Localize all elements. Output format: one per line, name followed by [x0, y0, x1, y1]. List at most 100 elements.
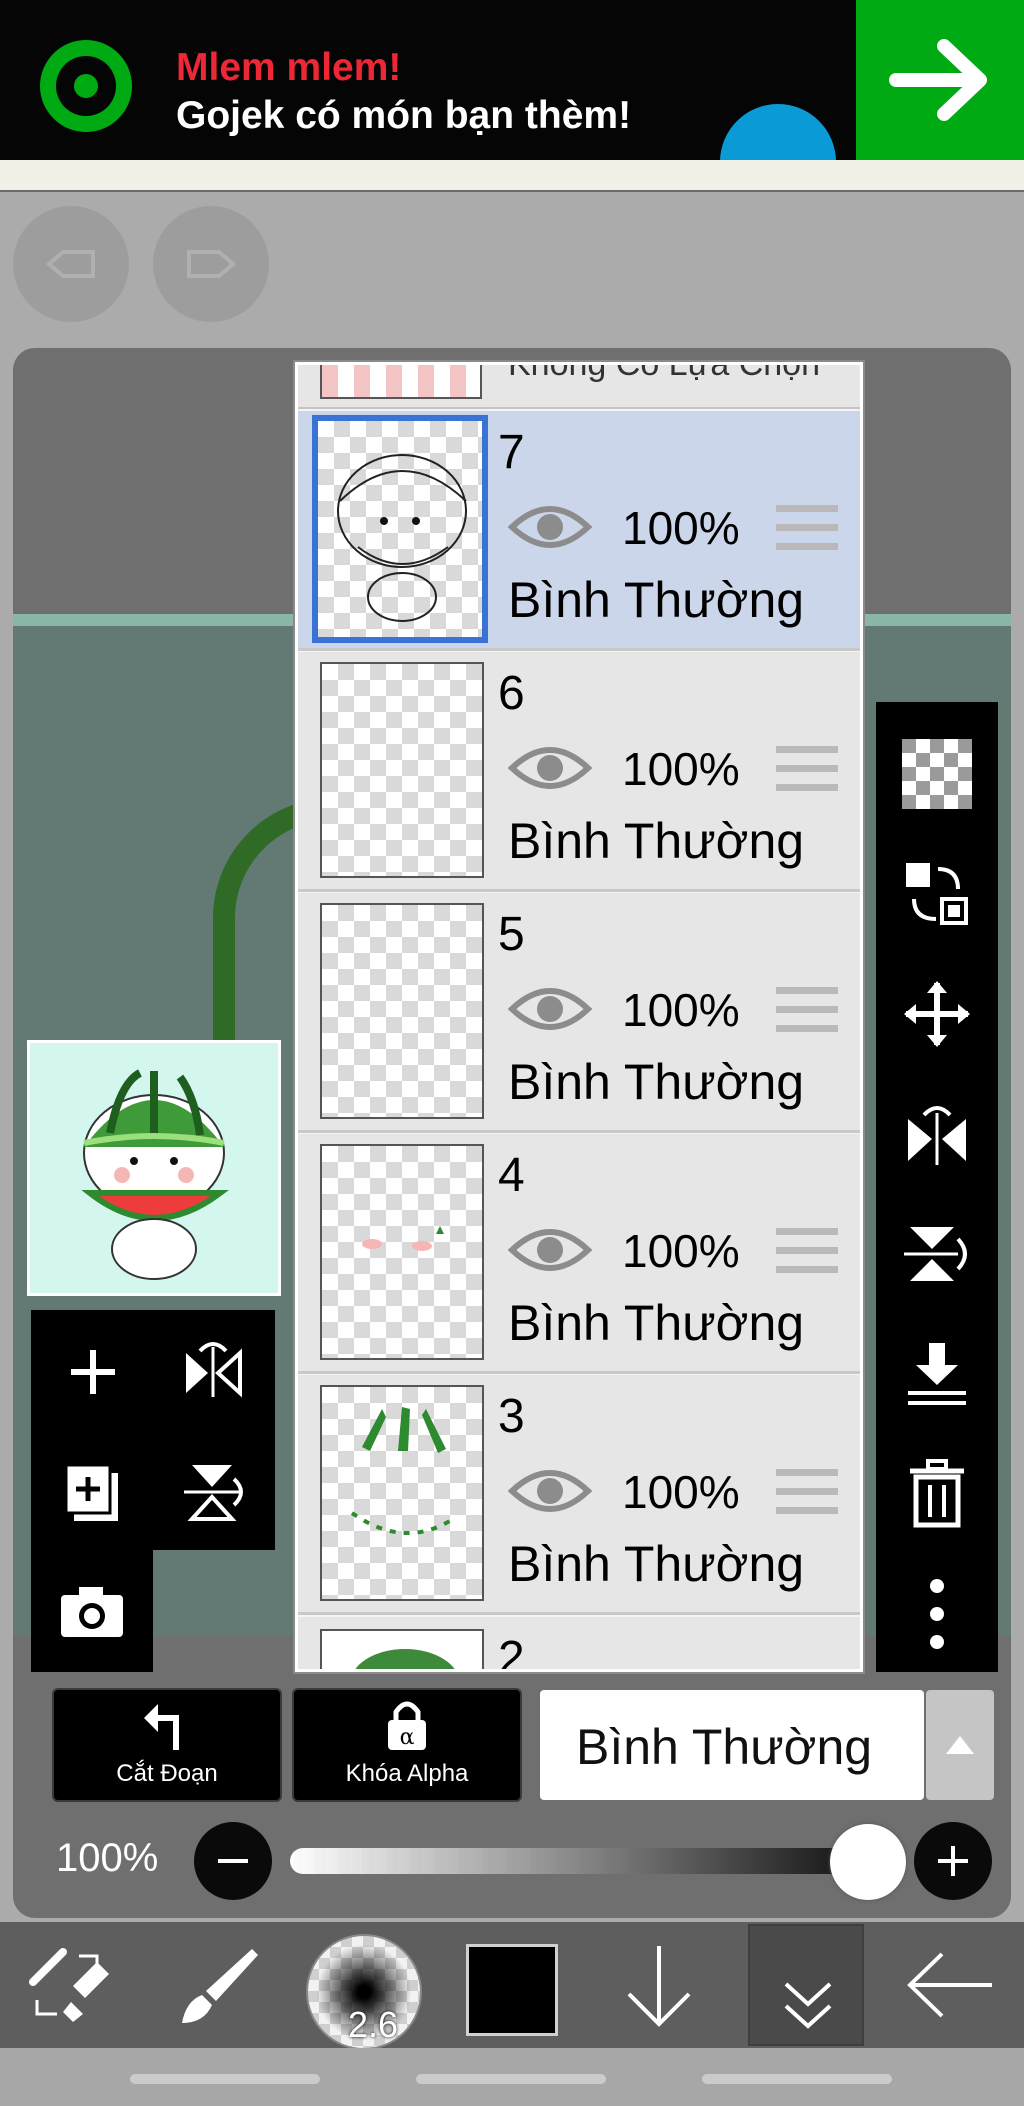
arrow-right-icon [889, 39, 987, 121]
stripes-thumbnail [350, 1407, 458, 1536]
arrow-down-icon [627, 1946, 691, 2027]
svg-text:α: α [400, 1725, 415, 1750]
layer-row-5[interactable]: 5 100% Bình Thường [298, 893, 860, 1133]
blend-mode-dropdown-button[interactable] [926, 1690, 994, 1800]
transparent-fill-button[interactable] [887, 724, 987, 824]
opacity-increase-button[interactable] [914, 1822, 992, 1900]
clipping-button[interactable]: Cắt Đoạn [52, 1688, 282, 1802]
nav-back[interactable] [702, 2074, 892, 2084]
blush-thumbnail [362, 1226, 444, 1251]
layer-row-3[interactable]: 3 100% Bình Thường [298, 1375, 860, 1615]
layer-opacity: 100% [622, 984, 740, 1036]
layer-visibility-toggle[interactable] [507, 979, 593, 1039]
flip-vertical-button[interactable] [887, 1204, 987, 1304]
move-layer-button[interactable] [887, 964, 987, 1064]
layer-list[interactable]: Không Có Lựa Chọn 7 100% Bình Thường 6 1… [295, 362, 863, 1672]
brush-tool-button[interactable] [168, 1922, 268, 2048]
flip-horizontal-button[interactable] [887, 1084, 987, 1184]
redo-button[interactable] [153, 206, 269, 322]
color-swatch-button[interactable] [466, 1944, 558, 2036]
layer-opacity: 100% [622, 502, 740, 554]
arrow-left-icon [907, 1952, 992, 2018]
move-down-button[interactable] [604, 1922, 714, 2048]
layer-drag-handle[interactable] [776, 1228, 838, 1280]
plus-icon [71, 1350, 115, 1394]
flip-layer-vertical-button[interactable] [163, 1442, 263, 1542]
duplicate-layer-button[interactable] [43, 1442, 143, 1542]
layer-drag-handle[interactable] [776, 505, 838, 557]
layer-number: 6 [498, 667, 525, 720]
trash-icon [910, 1459, 964, 1528]
layer-row-7[interactable]: 7 100% Bình Thường [298, 411, 860, 651]
eye-icon [507, 506, 593, 548]
blend-mode-select[interactable]: Bình Thường [540, 1690, 924, 1800]
layer-row-partial-top[interactable]: Không Có Lựa Chọn [298, 365, 860, 409]
chevron-double-down-icon [784, 1982, 832, 2029]
more-options-button[interactable] [887, 1564, 987, 1664]
canvas-preview[interactable] [27, 1040, 281, 1296]
swap-selection-button[interactable] [887, 844, 987, 944]
ad-cta-button[interactable] [856, 0, 1024, 160]
layer-visibility-toggle[interactable] [507, 1461, 593, 1521]
back-button[interactable] [896, 1922, 1006, 2048]
layer-number: 3 [498, 1390, 525, 1443]
system-nav-bar [0, 2048, 1024, 2106]
layer-row-2[interactable]: 2 [298, 1617, 860, 1669]
eye-icon [507, 747, 593, 789]
layer-opacity: 100% [622, 1225, 740, 1277]
ad-banner[interactable]: Mlem mlem! Gojek có món bạn thèm! [0, 0, 1024, 160]
checkerboard-icon [902, 739, 972, 809]
layer-number: 4 [498, 1149, 525, 1202]
nav-recents[interactable] [130, 2074, 320, 2084]
layer-visibility-toggle[interactable] [507, 738, 593, 798]
eye-icon [507, 988, 593, 1030]
layer-thumbnail [320, 1629, 484, 1669]
more-vertical-icon [930, 1579, 944, 1649]
layer-blend-mode: Bình Thường [508, 1536, 805, 1592]
layer-visibility-toggle[interactable] [507, 1220, 593, 1280]
alpha-lock-button[interactable]: α Khóa Alpha [292, 1688, 522, 1802]
camera-icon [61, 1587, 123, 1637]
alpha-lock-label: Khóa Alpha [345, 1760, 469, 1787]
layer-thumbnail [320, 1385, 484, 1601]
ad-subtitle: Gojek có món bạn thèm! [176, 94, 632, 137]
layer-visibility-toggle[interactable] [507, 497, 593, 557]
layer-tools-panel [31, 1310, 275, 1550]
layer-row-4[interactable]: 4 100% Bình Thường [298, 1134, 860, 1374]
layers-panel-toggle[interactable] [748, 1924, 864, 2046]
opacity-slider-handle[interactable] [830, 1824, 906, 1900]
layer-thumbnail [320, 903, 484, 1119]
layer-drag-handle[interactable] [776, 746, 838, 798]
ad-divider [0, 160, 1024, 192]
brush-icon [182, 1949, 258, 2023]
layer-row-6[interactable]: 6 100% Bình Thường [298, 652, 860, 892]
layer-drag-handle[interactable] [776, 987, 838, 1039]
layer-thumbnail [320, 662, 484, 878]
transform-tool-button[interactable] [20, 1922, 120, 2048]
ad-decoration [720, 104, 836, 160]
import-photo-button[interactable] [42, 1561, 142, 1661]
add-layer-button[interactable] [43, 1322, 143, 1422]
clipping-label: Cắt Đoạn [116, 1760, 218, 1787]
merge-down-icon [908, 1343, 966, 1405]
opacity-decrease-button[interactable] [194, 1822, 272, 1900]
delete-layer-button[interactable] [887, 1444, 987, 1544]
undo-button[interactable] [13, 206, 129, 322]
layer-drag-handle[interactable] [776, 1469, 838, 1521]
opacity-slider[interactable] [290, 1848, 880, 1874]
eye-icon [507, 1470, 593, 1512]
layer-number: 7 [498, 426, 525, 479]
flip-horizontal-icon [186, 1342, 242, 1398]
gojek-logo [40, 40, 132, 132]
camera-panel [31, 1550, 153, 1672]
layer-thumbnail [320, 365, 482, 399]
lock-alpha-icon: α [388, 1701, 426, 1750]
layer-opacity: 100% [622, 743, 740, 795]
swap-icon [906, 863, 968, 925]
merge-down-button[interactable] [887, 1324, 987, 1424]
selection-layer-label: Không Có Lựa Chọn [508, 362, 820, 383]
nav-home[interactable] [416, 2074, 606, 2084]
clipping-arrow-icon [144, 1704, 179, 1750]
layer-blend-mode: Bình Thường [508, 572, 805, 628]
flip-layer-horizontal-button[interactable] [163, 1322, 263, 1422]
